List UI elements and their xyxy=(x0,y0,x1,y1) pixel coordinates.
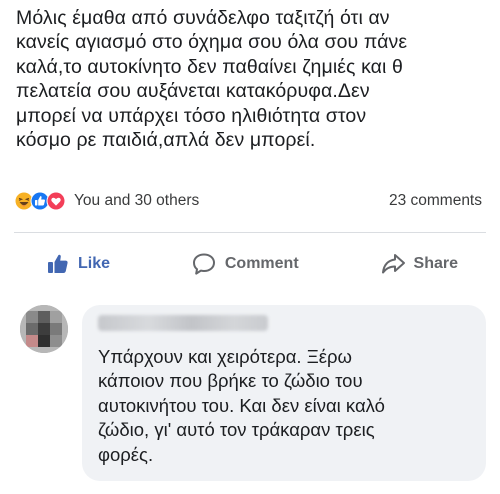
commenter-name-blurred[interactable] xyxy=(98,315,268,331)
comment-text: Υπάρχουν και χειρότερα. Ξέρω κάποιον που… xyxy=(98,346,385,465)
reaction-icons xyxy=(14,191,66,211)
post-stats: You and 30 others 23 comments xyxy=(14,186,486,216)
comment-bubble: Υπάρχουν και χειρότερα. Ξέρω κάποιον που… xyxy=(82,305,486,481)
divider xyxy=(14,232,486,233)
like-button[interactable]: Like xyxy=(46,252,110,276)
avatar[interactable] xyxy=(20,305,68,353)
post-actions: Like Comment Share xyxy=(14,244,486,284)
comment: Υπάρχουν και χειρότερα. Ξέρω κάποιον που… xyxy=(18,305,488,485)
comment-button[interactable]: Comment xyxy=(191,251,299,277)
share-label: Share xyxy=(413,255,458,272)
reactions-text: You and 30 others xyxy=(74,192,200,209)
post-text: Μόλις έμαθα από συνάδελφο ταξιτζή ότι αν… xyxy=(16,7,408,152)
comments-count[interactable]: 23 comments xyxy=(389,192,482,210)
share-button[interactable]: Share xyxy=(380,251,458,277)
thumbs-up-icon xyxy=(48,254,68,273)
share-arrow-icon xyxy=(381,254,405,274)
like-label: Like xyxy=(78,255,111,272)
love-icon xyxy=(46,191,66,211)
blurred-avatar-image xyxy=(20,305,68,353)
comment-bubble-icon xyxy=(192,253,215,275)
comment-label: Comment xyxy=(224,255,299,272)
reactions-summary[interactable]: You and 30 others xyxy=(14,191,199,211)
